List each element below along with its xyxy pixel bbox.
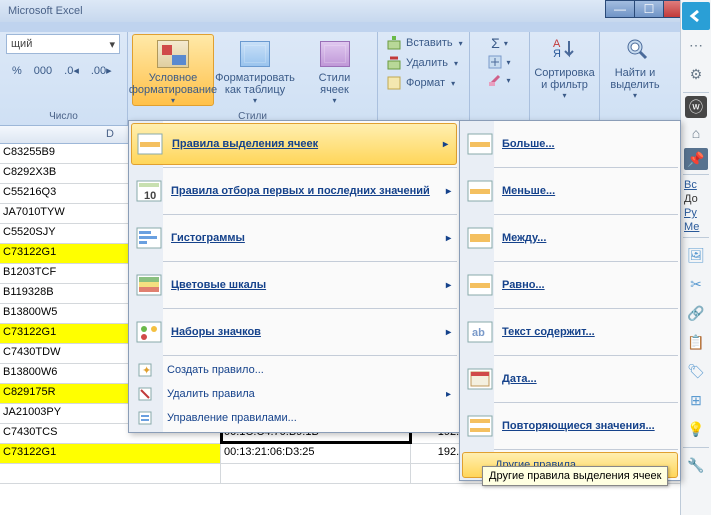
- sidebar-add-icon[interactable]: 🏷: [682, 357, 710, 385]
- increase-decimal[interactable]: .0◂: [60, 62, 83, 79]
- decrease-decimal[interactable]: .00▸: [87, 62, 116, 79]
- edit-mini-group: Σ▾ ▾ ▾: [470, 32, 530, 125]
- svg-text:ab: ab: [472, 327, 485, 339]
- find-select-button[interactable]: Найти и выделить ▾: [606, 34, 664, 106]
- new-rule[interactable]: ✦Создать правило...: [129, 358, 459, 382]
- greater-than[interactable]: Больше...: [460, 123, 680, 165]
- between[interactable]: Между...: [460, 217, 680, 259]
- conditional-formatting-button[interactable]: Условное форматирование ▾: [132, 34, 214, 106]
- highlight-cells-submenu: Больше... Меньше... Между... Равно... ab…: [459, 120, 681, 481]
- number-group-label: Число: [6, 109, 121, 125]
- window-minimize[interactable]: —: [605, 0, 635, 18]
- svg-text:✦: ✦: [142, 365, 151, 377]
- sidebar-home-icon[interactable]: ⌂: [682, 119, 710, 147]
- sidebar-gear-icon[interactable]: ⚙: [682, 60, 710, 88]
- format-as-table-button[interactable]: Форматировать как таблицу ▾: [214, 34, 296, 106]
- right-sidebar: ⋯ ⚙ ⓦ ⌂ 📌 Вс До Ру Ме 🖼 ✂ 🔗 📋 🏷 ⊞ 💡 🔧: [680, 0, 711, 515]
- cell-styles-button[interactable]: Стили ячеек ▾: [296, 34, 373, 106]
- sidebar-link-3[interactable]: Ру: [684, 207, 708, 219]
- styles-group: Условное форматирование ▾ Форматировать …: [128, 32, 378, 125]
- clear-button[interactable]: ▾: [476, 72, 523, 88]
- icon-sets[interactable]: Наборы значков▸: [129, 311, 459, 353]
- color-scales[interactable]: Цветовые шкалы▸: [129, 264, 459, 306]
- sidebar-ok-icon[interactable]: ⊞: [682, 386, 710, 414]
- sidebar-link-4[interactable]: Ме: [684, 221, 708, 233]
- window-maximize[interactable]: ☐: [634, 0, 664, 18]
- sidebar-link-1[interactable]: Вс: [684, 179, 708, 191]
- tooltip: Другие правила выделения ячеек: [482, 466, 668, 486]
- insert-cells-button[interactable]: Вставить▾: [384, 34, 463, 52]
- highlight-cells-rules[interactable]: Правила выделения ячеек▸: [131, 123, 457, 165]
- sidebar-more-icon[interactable]: ⋯: [682, 31, 710, 59]
- cells-group: Вставить▾ Удалить▾ Формат▾: [378, 32, 470, 125]
- sidebar-wp-icon[interactable]: ⓦ: [685, 96, 707, 118]
- ribbon: щий▾ % 000 .0◂ .00▸ Число Условное форма…: [0, 32, 711, 126]
- svg-text:10: 10: [144, 190, 156, 202]
- sidebar-link-2[interactable]: До: [684, 193, 708, 205]
- sidebar-link-icon[interactable]: 🔗: [682, 299, 710, 327]
- autosum-button[interactable]: Σ▾: [476, 34, 523, 52]
- ribbon-tab-strip: ?: [0, 22, 711, 32]
- sidebar-photo-icon[interactable]: 🖼: [682, 241, 710, 269]
- equal-to[interactable]: Равно...: [460, 264, 680, 306]
- title-bar: Microsoft Excel — ☐ ✕: [0, 0, 711, 22]
- svg-text:Я: Я: [553, 48, 561, 60]
- conditional-formatting-menu: Правила выделения ячеек▸ 10 Правила отбо…: [128, 120, 460, 433]
- sidebar-back-icon[interactable]: [682, 2, 710, 30]
- sidebar-pin-icon[interactable]: 📌: [684, 148, 708, 170]
- format-cells-button[interactable]: Формат▾: [384, 74, 463, 92]
- number-format-combo[interactable]: щий▾: [6, 34, 120, 54]
- percent-button[interactable]: %: [8, 63, 26, 79]
- fill-button[interactable]: ▾: [476, 54, 523, 70]
- duplicate-values[interactable]: Повторяющиеся значения...: [460, 405, 680, 447]
- sidebar-bookmark-icon[interactable]: ✂: [682, 270, 710, 298]
- sidebar-tool-icon[interactable]: 🔧: [682, 451, 710, 479]
- sort-filter-button[interactable]: АЯ Сортировка и фильтр ▾: [536, 34, 593, 106]
- app-title: Microsoft Excel: [8, 5, 83, 17]
- sidebar-light-icon[interactable]: 💡: [682, 415, 710, 443]
- text-contains[interactable]: abТекст содержит...: [460, 311, 680, 353]
- clear-rules[interactable]: Удалить правила▸: [129, 382, 459, 406]
- find-select-group: Найти и выделить ▾: [600, 32, 670, 125]
- manage-rules[interactable]: Управление правилами...: [129, 406, 459, 430]
- delete-cells-button[interactable]: Удалить▾: [384, 54, 463, 72]
- less-than[interactable]: Меньше...: [460, 170, 680, 212]
- data-bars[interactable]: Гистограммы▸: [129, 217, 459, 259]
- top-bottom-rules[interactable]: 10 Правила отбора первых и последних зна…: [129, 170, 459, 212]
- number-group: щий▾ % 000 .0◂ .00▸ Число: [0, 32, 128, 125]
- date-occurring[interactable]: Дата...: [460, 358, 680, 400]
- comma-button[interactable]: 000: [30, 63, 56, 79]
- sidebar-clip-icon[interactable]: 📋: [682, 328, 710, 356]
- sort-filter-group: АЯ Сортировка и фильтр ▾: [530, 32, 600, 125]
